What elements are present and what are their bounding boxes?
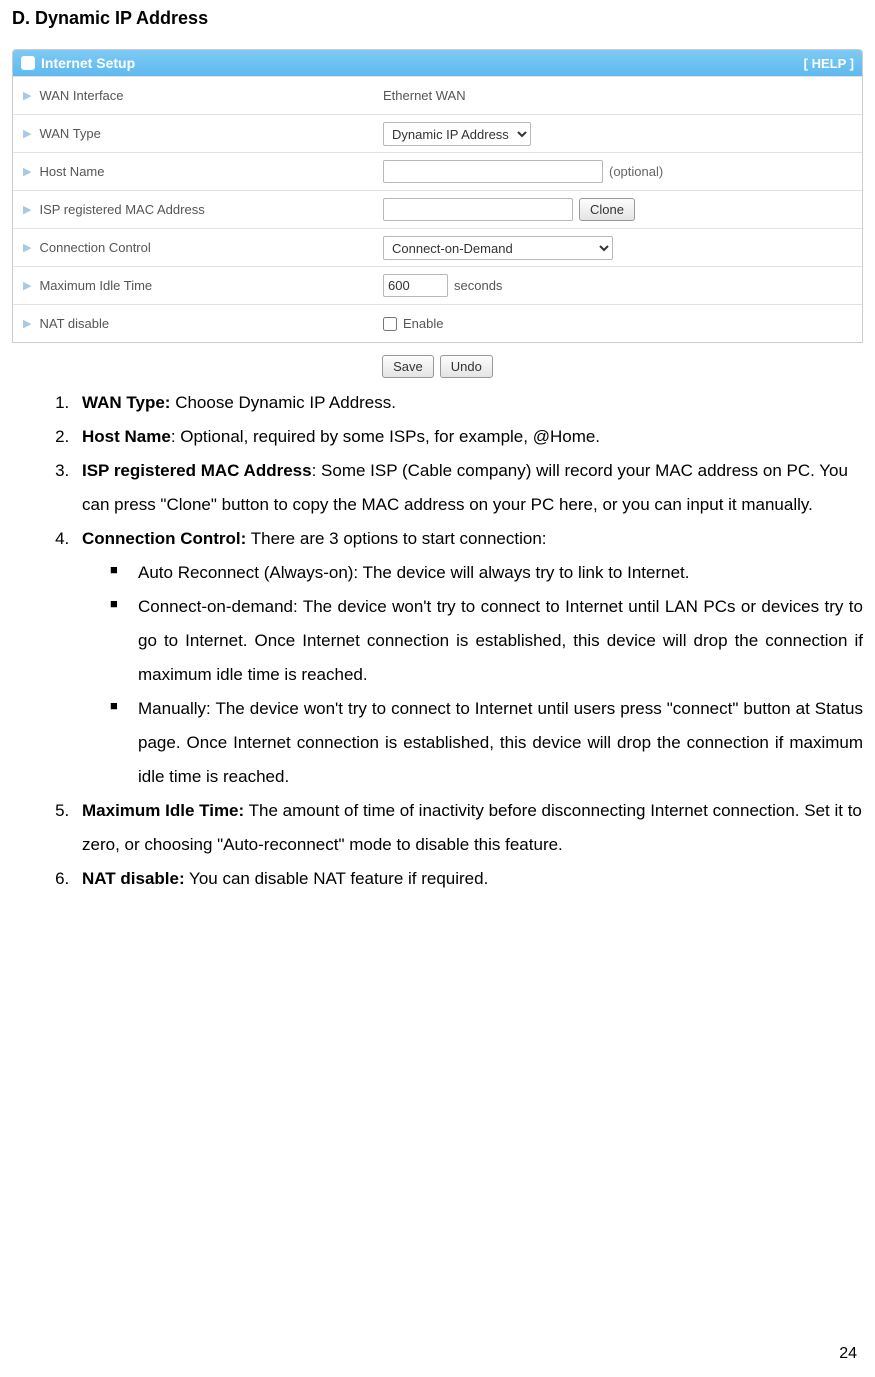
button-bar: Save Undo [12, 347, 863, 384]
sub-list-item: Auto Reconnect (Always-on): The device w… [110, 556, 863, 590]
connection-control-select[interactable]: Connect-on-Demand [383, 236, 613, 260]
list-item: Host Name: Optional, required by some IS… [74, 420, 863, 454]
label-connection-control: Connection Control [39, 240, 150, 255]
nat-disable-checkbox[interactable] [383, 317, 397, 331]
label-isp-mac: ISP registered MAC Address [39, 202, 204, 217]
caret-icon: ▶ [23, 203, 31, 216]
caret-icon: ▶ [23, 279, 31, 292]
sub-list: Auto Reconnect (Always-on): The device w… [82, 556, 863, 794]
sub-list-item: Manually: The device won't try to connec… [110, 692, 863, 794]
host-name-input[interactable] [383, 160, 603, 183]
isp-mac-input[interactable] [383, 198, 573, 221]
undo-button[interactable]: Undo [440, 355, 493, 378]
sub-list-item: Connect-on-demand: The device won't try … [110, 590, 863, 692]
internet-setup-panel: Internet Setup [ HELP ] ▶ WAN Interface E… [12, 49, 863, 343]
label-wan-type: WAN Type [39, 126, 100, 141]
max-idle-unit: seconds [454, 278, 502, 293]
max-idle-input[interactable] [383, 274, 448, 297]
gear-icon [21, 56, 35, 70]
page-number: 24 [839, 1345, 857, 1363]
wan-type-select[interactable]: Dynamic IP Address [383, 122, 531, 146]
list-item: WAN Type: Choose Dynamic IP Address. [74, 386, 863, 420]
help-link[interactable]: [ HELP ] [804, 56, 854, 71]
caret-icon: ▶ [23, 165, 31, 178]
caret-icon: ▶ [23, 241, 31, 254]
list-item: NAT disable: You can disable NAT feature… [74, 862, 863, 896]
label-host-name: Host Name [39, 164, 104, 179]
list-item: Maximum Idle Time: The amount of time of… [74, 794, 863, 862]
row-connection-control: ▶ Connection Control Connect-on-Demand [13, 228, 862, 266]
row-host-name: ▶ Host Name (optional) [13, 152, 862, 190]
section-heading: D. Dynamic IP Address [12, 0, 863, 49]
label-wan-interface: WAN Interface [39, 88, 123, 103]
panel-title: Internet Setup [41, 55, 135, 71]
row-wan-type: ▶ WAN Type Dynamic IP Address [13, 114, 862, 152]
clone-button[interactable]: Clone [579, 198, 635, 221]
list-item: Connection Control: There are 3 options … [74, 522, 863, 794]
row-nat-disable: ▶ NAT disable Enable [13, 304, 862, 342]
row-isp-mac: ▶ ISP registered MAC Address Clone [13, 190, 862, 228]
row-max-idle: ▶ Maximum Idle Time seconds [13, 266, 862, 304]
value-wan-interface: Ethernet WAN [383, 88, 466, 103]
host-name-hint: (optional) [609, 164, 663, 179]
list-item: ISP registered MAC Address: Some ISP (Ca… [74, 454, 863, 522]
instructions: WAN Type: Choose Dynamic IP Address. Hos… [12, 384, 863, 896]
caret-icon: ▶ [23, 127, 31, 140]
nat-disable-checkbox-label: Enable [403, 316, 443, 331]
label-nat-disable: NAT disable [39, 316, 109, 331]
caret-icon: ▶ [23, 317, 31, 330]
panel-header: Internet Setup [ HELP ] [13, 50, 862, 76]
save-button[interactable]: Save [382, 355, 434, 378]
row-wan-interface: ▶ WAN Interface Ethernet WAN [13, 76, 862, 114]
caret-icon: ▶ [23, 89, 31, 102]
label-max-idle: Maximum Idle Time [39, 278, 152, 293]
instruction-list: WAN Type: Choose Dynamic IP Address. Hos… [12, 386, 863, 896]
